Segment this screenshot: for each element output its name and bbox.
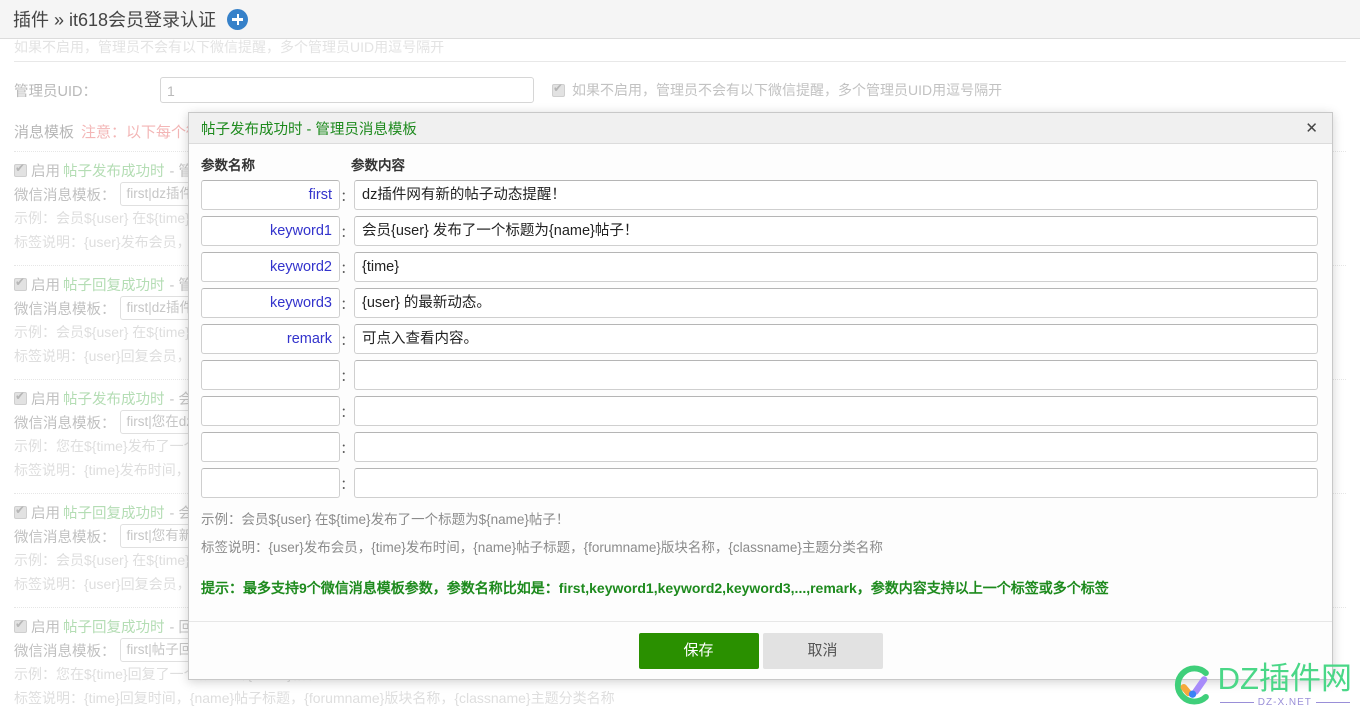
close-icon[interactable]: ✕ [1301,121,1322,136]
param-colon: ： [340,332,354,348]
breadcrumb: 插件 » it618会员登录认证 [13,10,217,30]
example-text: 示例：会员${user} 在${time}发布了一个标题为${name}帖子！ [201,512,570,527]
template-input-label: 微信消息模板： [14,301,116,318]
param-value-input[interactable] [354,432,1318,462]
admin-uid-note: 如果不启用，管理员不会有以下微信提醒，多个管理员UID用逗号隔开 [572,82,1003,98]
param-value-input[interactable]: dz插件网有新的帖子动态提醒！ [354,180,1318,210]
param-name-input[interactable]: remark [201,324,340,354]
enable-label: 启用 [31,505,60,522]
template-name: 帖子回复成功时 [63,505,165,522]
param-colon: ： [340,404,354,420]
param-name-input[interactable] [201,432,340,462]
enable-checkbox[interactable] [14,275,27,291]
enable-label: 启用 [31,163,60,180]
enable-checkbox[interactable] [14,503,27,519]
admin-uid-note-group: 如果不启用，管理员不会有以下微信提醒，多个管理员UID用逗号隔开 [552,80,1002,100]
param-colon: ： [340,440,354,456]
template-input-label: 微信消息模板： [14,643,116,660]
param-colon: ： [340,224,354,240]
param-value-input[interactable] [354,468,1318,498]
param-value-input[interactable]: 可点入查看内容。 [354,324,1318,354]
admin-uid-label: 管理员UID： [14,83,97,100]
enable-label: 启用 [31,619,60,636]
dialog-title: 帖子发布成功时 - 管理员消息模板 [201,121,417,138]
param-colon: ： [340,296,354,312]
parameter-row: ： [201,396,1318,426]
param-value-input[interactable] [354,360,1318,390]
enable-label: 启用 [31,277,60,294]
admin-message-template-dialog: 帖子发布成功时 - 管理员消息模板 ✕ 参数名称 参数内容 first： dz插件… [188,112,1333,680]
page-topbar: 插件 » it618会员登录认证 [0,0,1360,39]
param-colon: ： [340,188,354,204]
param-name-input[interactable]: keyword2 [201,252,340,282]
background-cut-row: 如果不启用，管理员不会有以下微信提醒，多个管理员UID用逗号隔开 [14,39,445,55]
save-button[interactable]: 保存 [638,632,759,669]
param-value-input[interactable]: 会员{user} 发布了一个标题为{name}帖子！ [354,216,1318,246]
tag-description-text: 标签说明：{time}回复时间，{name}帖子标题，{forumname}版块… [14,690,615,706]
param-name-input[interactable] [201,468,340,498]
param-colon: ： [340,368,354,384]
enable-label: 启用 [31,391,60,408]
enable-checkbox[interactable] [14,617,27,633]
param-colon: ： [340,476,354,492]
param-colon: ： [340,260,354,276]
column-header-param-name: 参数名称 [201,158,255,173]
admin-uid-checkbox[interactable] [552,81,565,97]
plus-circle-icon[interactable] [227,8,249,30]
admin-uid-row: 管理员UID： 1 如果不启用，管理员不会有以下微信提醒，多个管理员UID用逗号… [14,72,1346,108]
admin-uid-input[interactable]: 1 [160,77,534,103]
param-value-input[interactable] [354,396,1318,426]
parameter-row: first： dz插件网有新的帖子动态提醒！ [201,180,1318,210]
divider [14,61,1346,62]
enable-checkbox[interactable] [14,389,27,405]
parameter-rows: first： dz插件网有新的帖子动态提醒！ keyword1：会员{user} 发… [201,180,1318,498]
cancel-button[interactable]: 取消 [762,632,883,669]
param-name-input[interactable]: first [201,180,340,210]
tag-description-text: 标签说明：{user}发布会员，{time}发布时间，{name}帖子标题，{f… [201,540,883,555]
template-name: 帖子发布成功时 [63,391,165,408]
parameter-row: ： [201,360,1318,390]
parameter-row: keyword2： {time} [201,252,1318,282]
template-input-label: 微信消息模板： [14,187,116,204]
parameter-row: keyword1：会员{user} 发布了一个标题为{name}帖子！ [201,216,1318,246]
column-headers: 参数名称 参数内容 [201,154,1318,174]
param-name-input[interactable] [201,360,340,390]
parameter-row: remark：可点入查看内容。 [201,324,1318,354]
tip-text: 提示：最多支持9个微信消息模板参数，参数名称比如是：first,keyword1… [201,580,1109,596]
template-input-label: 微信消息模板： [14,529,116,546]
template-name: 帖子回复成功时 [63,277,165,294]
dialog-header: 帖子发布成功时 - 管理员消息模板 ✕ [189,113,1332,144]
param-name-input[interactable]: keyword3 [201,288,340,318]
enable-checkbox[interactable] [14,161,27,177]
message-template-title: 消息模板 [14,124,75,141]
template-name: 帖子回复成功时 [63,619,165,636]
parameter-row: keyword3： {user} 的最新动态。 [201,288,1318,318]
parameter-row: ： [201,468,1318,498]
param-name-input[interactable]: keyword1 [201,216,340,246]
param-name-input[interactable] [201,396,340,426]
column-header-param-value: 参数内容 [351,158,405,173]
template-name: 帖子发布成功时 [63,163,165,180]
parameter-row: ： [201,432,1318,462]
param-value-input[interactable]: {user} 的最新动态。 [354,288,1318,318]
param-value-input[interactable]: {time} [354,252,1318,282]
dialog-body: 参数名称 参数内容 first： dz插件网有新的帖子动态提醒！ keyword1：… [189,144,1332,621]
dialog-footer: 保存 取消 [189,621,1332,679]
template-input-label: 微信消息模板： [14,415,116,432]
